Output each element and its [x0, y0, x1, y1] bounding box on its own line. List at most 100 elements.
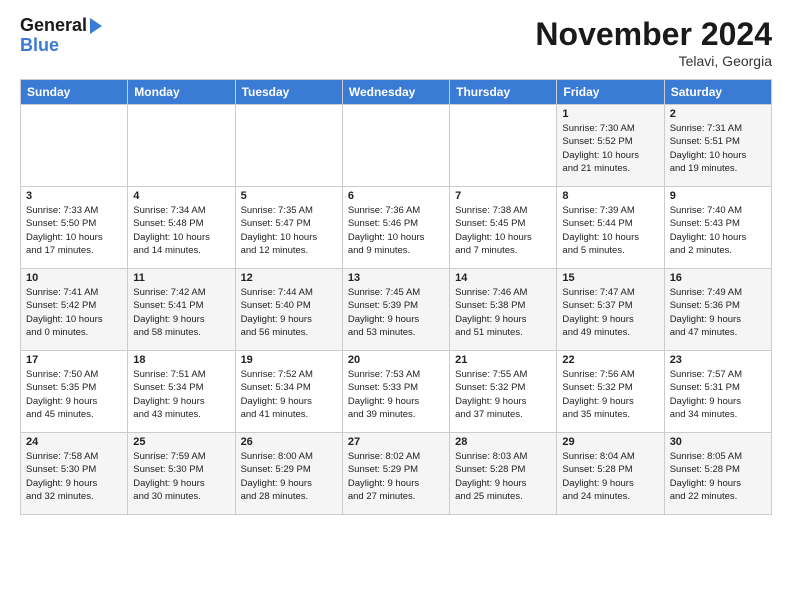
day-info: Sunrise: 7:39 AMSunset: 5:44 PMDaylight:… — [562, 204, 658, 257]
calendar-cell: 10 Sunrise: 7:41 AMSunset: 5:42 PMDayligh… — [21, 269, 128, 351]
day-info: Sunrise: 7:52 AMSunset: 5:34 PMDaylight:… — [241, 368, 337, 421]
calendar-cell: 11Sunrise: 7:42 AMSunset: 5:41 PMDayligh… — [128, 269, 235, 351]
calendar-cell: 28 Sunrise: 8:03 AMSunset: 5:28 PMDayligh… — [450, 433, 557, 515]
location: Telavi, Georgia — [535, 53, 772, 69]
day-info: Sunrise: 7:57 AMSunset: 5:31 PMDaylight:… — [670, 368, 766, 421]
calendar-cell: 3 Sunrise: 7:33 AMSunset: 5:50 PMDaylight… — [21, 187, 128, 269]
day-number: 26 — [241, 436, 337, 448]
day-number: 10 — [26, 272, 122, 284]
calendar-cell: 7 Sunrise: 7:38 AMSunset: 5:45 PMDaylight… — [450, 187, 557, 269]
calendar-cell: 16 Sunrise: 7:49 AMSunset: 5:36 PMDayligh… — [664, 269, 771, 351]
calendar-cell: 26 Sunrise: 8:00 AMSunset: 5:29 PMDayligh… — [235, 433, 342, 515]
column-header-monday: Monday — [128, 80, 235, 105]
day-info: Sunrise: 7:41 AMSunset: 5:42 PMDaylight:… — [26, 286, 122, 339]
day-info: Sunrise: 8:03 AMSunset: 5:28 PMDaylight:… — [455, 450, 551, 503]
calendar-cell: 9Sunrise: 7:40 AMSunset: 5:43 PMDaylight… — [664, 187, 771, 269]
day-info: Sunrise: 7:53 AMSunset: 5:33 PMDaylight:… — [348, 368, 444, 421]
logo-arrow-icon — [90, 18, 102, 34]
day-info: Sunrise: 7:51 AMSunset: 5:34 PMDaylight:… — [133, 368, 229, 421]
day-info: Sunrise: 7:30 AMSunset: 5:52 PMDaylight:… — [562, 122, 658, 175]
day-number: 27 — [348, 436, 444, 448]
day-info: Sunrise: 8:00 AMSunset: 5:29 PMDaylight:… — [241, 450, 337, 503]
day-number: 12 — [241, 272, 337, 284]
day-info: Sunrise: 7:58 AMSunset: 5:30 PMDaylight:… — [26, 450, 122, 503]
calendar-cell: 5Sunrise: 7:35 AMSunset: 5:47 PMDaylight… — [235, 187, 342, 269]
calendar-week-1: 3 Sunrise: 7:33 AMSunset: 5:50 PMDaylight… — [21, 187, 772, 269]
day-number: 1 — [562, 108, 658, 120]
calendar-cell: 22 Sunrise: 7:56 AMSunset: 5:32 PMDayligh… — [557, 351, 664, 433]
day-info: Sunrise: 7:36 AMSunset: 5:46 PMDaylight:… — [348, 204, 444, 257]
day-number: 8 — [562, 190, 658, 202]
day-number: 6 — [348, 190, 444, 202]
day-info: Sunrise: 8:02 AMSunset: 5:29 PMDaylight:… — [348, 450, 444, 503]
calendar-cell: 25 Sunrise: 7:59 AMSunset: 5:30 PMDayligh… — [128, 433, 235, 515]
calendar-cell: 15 Sunrise: 7:47 AMSunset: 5:37 PMDayligh… — [557, 269, 664, 351]
day-number: 30 — [670, 436, 766, 448]
day-info: Sunrise: 7:33 AMSunset: 5:50 PMDaylight:… — [26, 204, 122, 257]
calendar-cell: 24 Sunrise: 7:58 AMSunset: 5:30 PMDayligh… — [21, 433, 128, 515]
calendar-cell: 27 Sunrise: 8:02 AMSunset: 5:29 PMDayligh… — [342, 433, 449, 515]
day-number: 24 — [26, 436, 122, 448]
day-number: 23 — [670, 354, 766, 366]
day-number: 20 — [348, 354, 444, 366]
calendar-cell — [342, 105, 449, 187]
day-info: Sunrise: 7:34 AMSunset: 5:48 PMDaylight:… — [133, 204, 229, 257]
day-number: 28 — [455, 436, 551, 448]
column-header-thursday: Thursday — [450, 80, 557, 105]
day-info: Sunrise: 7:35 AMSunset: 5:47 PMDaylight:… — [241, 204, 337, 257]
day-info: Sunrise: 7:44 AMSunset: 5:40 PMDaylight:… — [241, 286, 337, 339]
calendar-cell: 18 Sunrise: 7:51 AMSunset: 5:34 PMDayligh… — [128, 351, 235, 433]
calendar-week-2: 10 Sunrise: 7:41 AMSunset: 5:42 PMDayligh… — [21, 269, 772, 351]
calendar-cell: 12 Sunrise: 7:44 AMSunset: 5:40 PMDayligh… — [235, 269, 342, 351]
calendar-cell: 1 Sunrise: 7:30 AMSunset: 5:52 PMDaylight… — [557, 105, 664, 187]
day-info: Sunrise: 8:05 AMSunset: 5:28 PMDaylight:… — [670, 450, 766, 503]
logo-general: General — [20, 15, 87, 35]
calendar-cell: 19 Sunrise: 7:52 AMSunset: 5:34 PMDayligh… — [235, 351, 342, 433]
header: General Blue November 2024 Telavi, Georg… — [20, 16, 772, 69]
day-info: Sunrise: 7:56 AMSunset: 5:32 PMDaylight:… — [562, 368, 658, 421]
calendar-week-3: 17Sunrise: 7:50 AMSunset: 5:35 PMDayligh… — [21, 351, 772, 433]
month-title: November 2024 — [535, 16, 772, 53]
day-number: 22 — [562, 354, 658, 366]
day-number: 7 — [455, 190, 551, 202]
calendar-cell: 2 Sunrise: 7:31 AMSunset: 5:51 PMDaylight… — [664, 105, 771, 187]
calendar-cell: 23 Sunrise: 7:57 AMSunset: 5:31 PMDayligh… — [664, 351, 771, 433]
day-info: Sunrise: 7:31 AMSunset: 5:51 PMDaylight:… — [670, 122, 766, 175]
day-info: Sunrise: 7:49 AMSunset: 5:36 PMDaylight:… — [670, 286, 766, 339]
day-info: Sunrise: 7:45 AMSunset: 5:39 PMDaylight:… — [348, 286, 444, 339]
logo-blue: Blue — [20, 36, 102, 56]
day-info: Sunrise: 7:46 AMSunset: 5:38 PMDaylight:… — [455, 286, 551, 339]
day-info: Sunrise: 8:04 AMSunset: 5:28 PMDaylight:… — [562, 450, 658, 503]
calendar-cell — [21, 105, 128, 187]
calendar-cell: 8 Sunrise: 7:39 AMSunset: 5:44 PMDaylight… — [557, 187, 664, 269]
calendar-cell: 17Sunrise: 7:50 AMSunset: 5:35 PMDayligh… — [21, 351, 128, 433]
day-info: Sunrise: 7:50 AMSunset: 5:35 PMDaylight:… — [26, 368, 122, 421]
logo-text-area: General Blue — [20, 16, 102, 56]
calendar-cell: 6 Sunrise: 7:36 AMSunset: 5:46 PMDaylight… — [342, 187, 449, 269]
column-header-sunday: Sunday — [21, 80, 128, 105]
day-number: 29 — [562, 436, 658, 448]
day-info: Sunrise: 7:59 AMSunset: 5:30 PMDaylight:… — [133, 450, 229, 503]
calendar-week-0: 1 Sunrise: 7:30 AMSunset: 5:52 PMDaylight… — [21, 105, 772, 187]
calendar-cell — [235, 105, 342, 187]
calendar-cell: 29 Sunrise: 8:04 AMSunset: 5:28 PMDayligh… — [557, 433, 664, 515]
calendar-cell — [128, 105, 235, 187]
day-number: 19 — [241, 354, 337, 366]
calendar-cell: 13Sunrise: 7:45 AMSunset: 5:39 PMDayligh… — [342, 269, 449, 351]
day-number: 18 — [133, 354, 229, 366]
day-number: 15 — [562, 272, 658, 284]
calendar-cell: 4Sunrise: 7:34 AMSunset: 5:48 PMDaylight… — [128, 187, 235, 269]
day-number: 16 — [670, 272, 766, 284]
calendar-body: 1 Sunrise: 7:30 AMSunset: 5:52 PMDaylight… — [21, 105, 772, 515]
day-number: 2 — [670, 108, 766, 120]
day-info: Sunrise: 7:38 AMSunset: 5:45 PMDaylight:… — [455, 204, 551, 257]
day-info: Sunrise: 7:47 AMSunset: 5:37 PMDaylight:… — [562, 286, 658, 339]
day-info: Sunrise: 7:55 AMSunset: 5:32 PMDaylight:… — [455, 368, 551, 421]
day-number: 25 — [133, 436, 229, 448]
calendar-header-row: SundayMondayTuesdayWednesdayThursdayFrid… — [21, 80, 772, 105]
calendar-cell: 30 Sunrise: 8:05 AMSunset: 5:28 PMDayligh… — [664, 433, 771, 515]
day-number: 3 — [26, 190, 122, 202]
day-number: 21 — [455, 354, 551, 366]
page: General Blue November 2024 Telavi, Georg… — [0, 0, 792, 525]
column-header-friday: Friday — [557, 80, 664, 105]
